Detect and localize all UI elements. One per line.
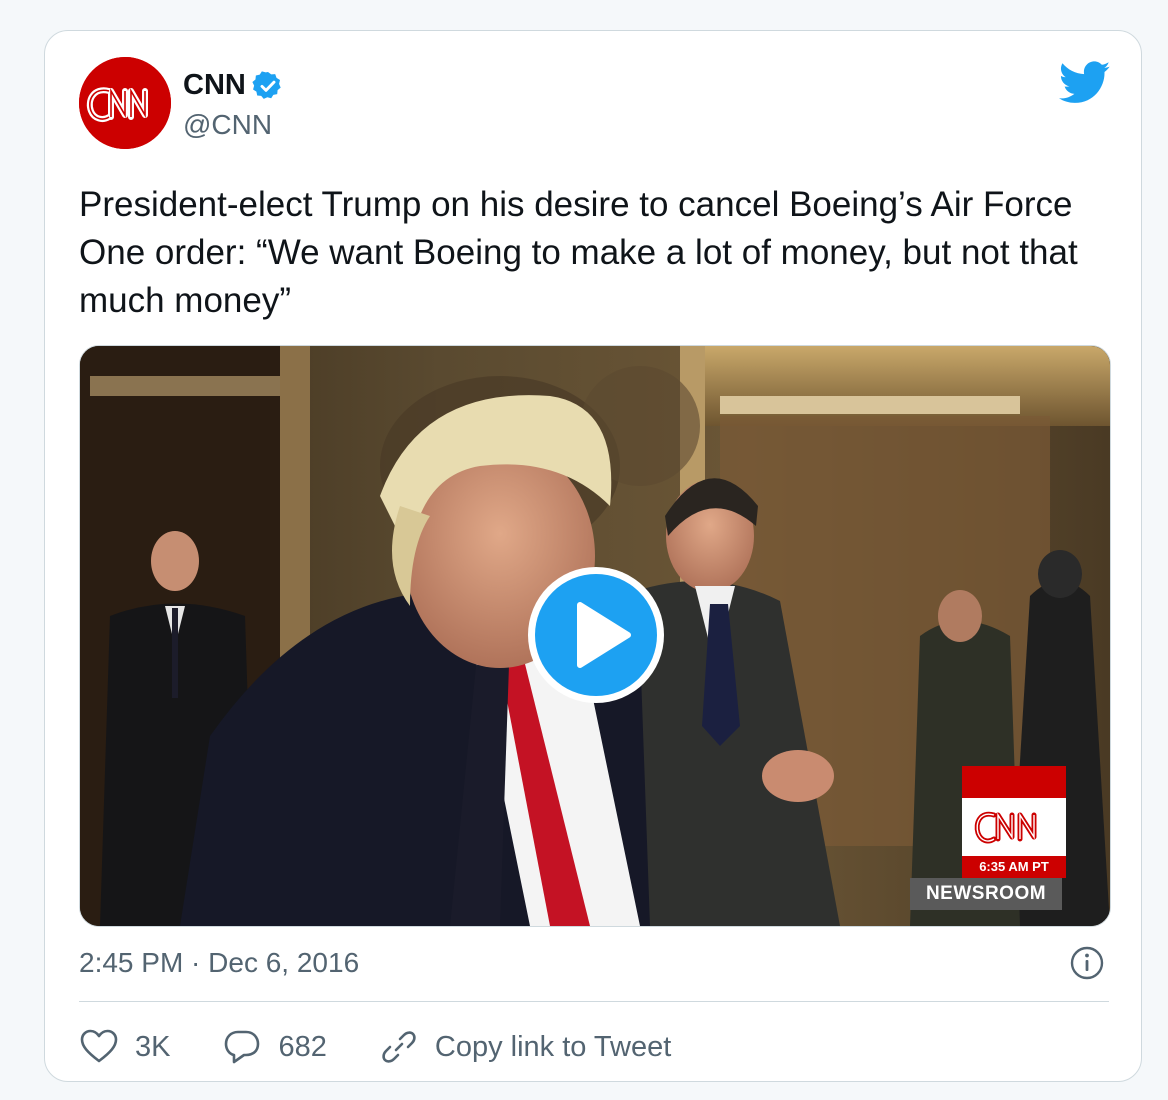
account-avatar[interactable] [79,57,171,149]
cnn-watermark-band [962,766,1066,798]
tweet-timestamp[interactable]: 2:45 PM · Dec 6, 2016 [79,947,359,979]
heart-icon [80,1029,118,1063]
video-overlay-time: 6:35 AM PT [962,856,1066,878]
account-handle[interactable]: @CNN [183,109,272,141]
video-overlay-show: NEWSROOM [910,878,1062,910]
account-name[interactable]: CNN [183,69,246,102]
play-icon [577,602,631,668]
account-name-row[interactable]: CNN [183,69,284,102]
reply-button[interactable]: 682 [222,1027,327,1067]
video-player[interactable]: 6:35 AM PT NEWSROOM [79,345,1111,927]
cnn-logo [974,811,1037,844]
reply-count: 682 [278,1030,327,1063]
play-button[interactable] [528,567,664,703]
tweet-card[interactable]: CNN @CNN President-elect Trump on his de… [44,30,1142,1082]
reply-bubble-icon [225,1030,260,1064]
cnn-watermark: 6:35 AM PT [962,766,1066,878]
copy-link-button[interactable]: Copy link to Tweet [379,1027,671,1067]
info-icon[interactable] [1069,945,1105,981]
like-count: 3K [135,1030,171,1063]
divider [79,1001,1109,1002]
verified-badge-icon [252,70,281,99]
twitter-bird-icon[interactable] [1059,61,1111,105]
like-button[interactable]: 3K [79,1027,170,1067]
tweet-actions: 3K 682 Copy link to Tweet [79,1027,723,1067]
tweet-text: President-elect Trump on his desire to c… [79,185,1078,320]
copy-link-label: Copy link to Tweet [434,1030,672,1063]
cnn-logo [79,57,171,149]
cnn-watermark-logo [962,798,1066,856]
link-icon [382,1031,416,1063]
